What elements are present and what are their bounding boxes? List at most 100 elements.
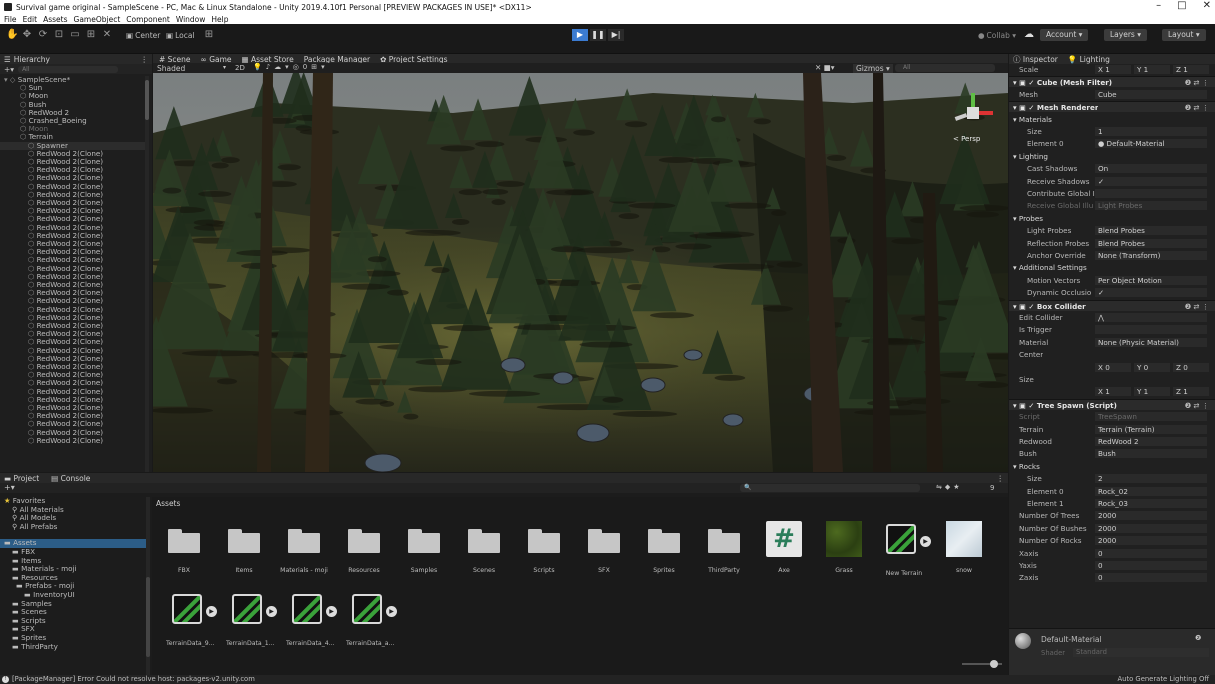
inspector-field[interactable]: Edit Collider ⋀ [1009,312,1215,323]
field-value[interactable]: Light Probes [1095,201,1207,211]
panel-menu-icon[interactable]: ⋮ [141,55,149,64]
expand-subasset-icon[interactable]: ▶ [266,606,277,617]
expand-subasset-icon[interactable]: ▶ [920,536,931,547]
field-value[interactable]: Cube [1095,89,1207,99]
inspector-field[interactable]: X 1Y 1Z 1 [1009,386,1215,397]
asset-item[interactable]: Scenes [460,521,508,574]
layers-dropdown[interactable]: Layers ▾ [1104,29,1147,41]
field-value[interactable]: Rock_02 [1095,486,1207,496]
inspector-field[interactable]: Yaxis 0 [1009,560,1215,571]
asset-item[interactable]: Samples [400,521,448,574]
field-value[interactable]: RedWood 2 [1095,437,1207,446]
shader-dropdown[interactable]: Standard [1073,648,1209,657]
transform-tool-icon[interactable]: ⊞ [86,30,96,40]
inspector-field[interactable]: Number Of Trees 2000 [1009,510,1215,521]
field-value[interactable]: 2000 [1095,536,1207,546]
pause-button[interactable]: ❚❚ [590,29,606,41]
asset-item[interactable]: ▶ TerrainData_a... [346,591,397,647]
layout-dropdown[interactable]: Layout ▾ [1162,29,1206,41]
tab-project[interactable]: ▬ Project [4,474,39,483]
step-button[interactable]: ▶| [608,29,624,41]
maximize-button[interactable]: □ [1177,0,1186,11]
asset-item[interactable]: ▶ TerrainData_4... [286,591,337,647]
collab-dropdown[interactable]: ● Collab ▾ [978,29,1016,41]
thumbnail-size-slider[interactable] [962,660,1002,668]
vector-x-field[interactable]: X 1 [1095,65,1131,74]
asset-item[interactable]: snow [940,521,988,574]
cloud-icon[interactable]: ☁ [1024,30,1034,40]
asset-item[interactable]: Items [220,521,268,574]
gizmos-dropdown[interactable]: Gizmos ▾ [853,64,893,73]
shading-mode-dropdown[interactable]: Shaded [157,64,185,73]
inspector-field[interactable]: Light Probes Blend Probes [1009,225,1215,236]
component-header[interactable]: ▾ ▣ ✓ Tree Spawn (Script) ❷ ⇄ ⋮ [1009,398,1215,410]
inspector-field[interactable]: Xaxis 0 [1009,548,1215,559]
scene-search[interactable]: All [895,64,995,72]
inspector-field[interactable]: Reflection Probes Blend Probes [1009,238,1215,249]
menu-window[interactable]: Window [176,15,206,24]
hierarchy-tab[interactable]: ☰ Hierarchy ⋮ [0,54,152,64]
field-value[interactable]: 0 [1095,573,1207,583]
inspector-field[interactable]: Scale X 1Y 1Z 1 [1009,64,1215,75]
expand-subasset-icon[interactable]: ▶ [326,606,337,617]
field-value[interactable]: ✓ [1095,176,1207,186]
inspector-field[interactable]: Receive Global Illu Light Probes [1009,200,1215,211]
field-value[interactable]: ● Default-Material [1095,139,1207,149]
menu-help[interactable]: Help [211,15,228,24]
project-tree-scrollbar[interactable] [146,497,150,675]
component-header[interactable]: ▾ ▣ ✓ Mesh Renderer ❷ ⇄ ⋮ [1009,101,1215,113]
inspector-field[interactable]: Contribute Global I [1009,188,1215,199]
inspector-field[interactable]: Is Trigger [1009,324,1215,335]
component-header[interactable]: ▾ ▣ ✓ Box Collider ❷ ⇄ ⋮ [1009,299,1215,311]
field-value[interactable]: Blend Probes [1095,226,1207,236]
asset-item[interactable]: Sprites [640,521,688,574]
field-value[interactable]: None (Physic Material) [1095,337,1207,347]
asset-item[interactable]: # Axe [760,521,808,574]
field-value[interactable]: Rock_03 [1095,499,1207,508]
custom-tool-icon[interactable]: ✕ [102,30,112,40]
inspector-field[interactable]: Element 1 Rock_03 [1009,498,1215,509]
inspector-field[interactable]: Script TreeSpawn [1009,411,1215,422]
inspector-field[interactable]: Terrain Terrain (Terrain) [1009,424,1215,435]
account-dropdown[interactable]: Account ▾ [1040,29,1089,41]
field-value[interactable]: 2 [1095,474,1207,484]
field-value[interactable]: TreeSpawn [1095,412,1207,422]
tab-inspector[interactable]: ⓘ Inspector [1013,54,1058,65]
inspector-field[interactable]: Center [1009,349,1215,360]
asset-item[interactable]: ▶ TerrainData_9... [166,591,217,647]
field-value[interactable]: 0 [1095,561,1207,570]
asset-item[interactable]: ▶ TerrainData_1... [226,591,277,647]
vector-z-field[interactable]: Z 1 [1173,387,1209,397]
camera-icon[interactable]: ✕ ■▾ [815,63,835,72]
inspector-field[interactable]: Motion Vectors Per Object Motion [1009,275,1215,286]
filter-icons[interactable]: ⇋◆★ [936,483,963,491]
tab-lighting[interactable]: 💡 Lighting [1068,55,1110,64]
field-value[interactable] [1095,325,1207,335]
inspector-field[interactable]: Cast Shadows On [1009,163,1215,174]
field-value[interactable]: Per Object Motion [1095,275,1207,285]
field-value[interactable]: None (Transform) [1095,251,1207,260]
inspector-field[interactable]: ▾ Materials [1009,114,1215,125]
inspector-field[interactable]: X 0Y 0Z 0 [1009,362,1215,373]
scene-gizmo[interactable]: < Persp [953,93,993,143]
inspector-field[interactable]: ▾ Probes [1009,213,1215,224]
play-button[interactable]: ▶ [572,29,588,41]
field-value[interactable]: 2000 [1095,523,1207,533]
hierarchy-item[interactable]: ⬡ Terrain [0,133,146,141]
menu-assets[interactable]: Assets [43,15,67,24]
move-tool-icon[interactable]: ✥ [22,30,32,40]
persp-label[interactable]: < Persp [953,135,980,143]
field-value[interactable]: On [1095,164,1207,174]
asset-item[interactable]: FBX [160,521,208,574]
inspector-field[interactable]: Receive Shadows ✓ [1009,176,1215,187]
pivot-center-button[interactable]: ▣ Center [126,29,160,41]
2d-toggle[interactable]: 2D [235,64,245,72]
inspector-field[interactable]: Anchor Override None (Transform) [1009,250,1215,261]
inspector-field[interactable]: Dynamic Occlusio ✓ [1009,287,1215,298]
field-value[interactable]: ⋀ [1095,313,1207,322]
field-value[interactable] [1095,189,1207,198]
scale-tool-icon[interactable]: ⊡ [54,30,64,40]
vector-z-field[interactable]: Z 1 [1173,65,1209,74]
inspector-field[interactable]: Number Of Bushes 2000 [1009,523,1215,534]
field-value[interactable]: Bush [1095,449,1207,459]
